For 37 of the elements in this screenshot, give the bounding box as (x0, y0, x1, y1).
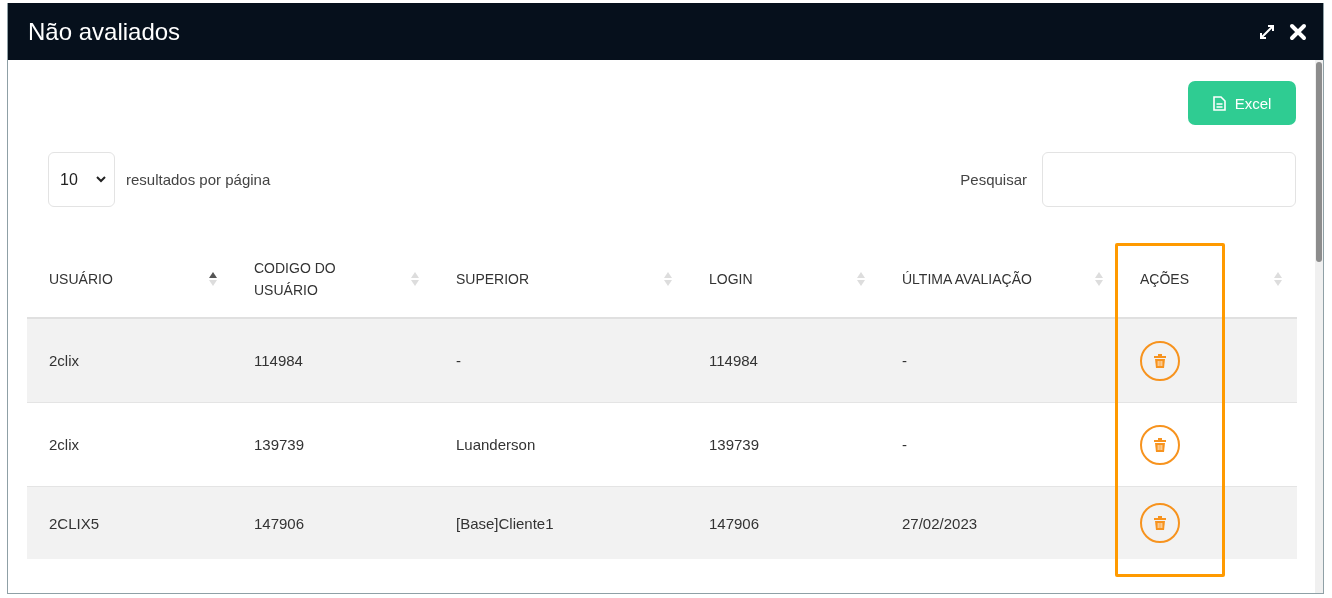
table-cell: [Base]Cliente1 (456, 514, 554, 532)
document-icon (1212, 95, 1226, 111)
table-cell: 114984 (254, 352, 303, 369)
close-icon[interactable] (1289, 22, 1307, 41)
table-cell: Luanderson (456, 436, 536, 453)
column-header[interactable]: USUÁRIO (49, 267, 159, 291)
table-cell: 147906 (709, 514, 760, 532)
column-header[interactable]: SUPERIOR (456, 267, 566, 291)
column-header[interactable]: ÚLTIMA AVALIAÇÃO (902, 267, 1062, 291)
table-cell: - (902, 352, 907, 369)
scrollbar-thumb[interactable] (1316, 62, 1322, 262)
trash-icon (1153, 352, 1167, 369)
window-title: Não avaliados (28, 17, 182, 46)
search-field[interactable] (1042, 152, 1296, 207)
column-header[interactable]: AÇÕES (1140, 267, 1250, 291)
delete-button[interactable] (1140, 424, 1180, 465)
chevron-down-icon (96, 176, 106, 183)
table-cell: 2CLIX5 (49, 514, 100, 532)
trash-icon (1153, 515, 1167, 531)
table-cell: 2clix (49, 436, 79, 453)
search-label: Pesquisar (960, 171, 1027, 188)
table-cell: 139739 (254, 436, 305, 453)
delete-button[interactable] (1140, 340, 1180, 381)
expand-icon[interactable] (1259, 23, 1275, 40)
page-size-label: resultados por página (126, 171, 271, 188)
table-cell: - (902, 436, 907, 453)
trash-icon (1153, 436, 1167, 453)
table-cell: - (456, 352, 461, 369)
page-size-select[interactable]: 10 (48, 152, 115, 207)
table-cell: 2clix (49, 352, 79, 369)
delete-button[interactable] (1140, 503, 1180, 543)
table-cell: 27/02/2023 (902, 514, 978, 532)
column-header[interactable]: CODIGO DO USUÁRIO (254, 256, 364, 302)
table-cell: 147906 (254, 514, 305, 532)
table-cell: 139739 (709, 436, 760, 453)
column-header[interactable]: LOGIN (709, 267, 819, 291)
table-cell: 114984 (709, 352, 758, 369)
